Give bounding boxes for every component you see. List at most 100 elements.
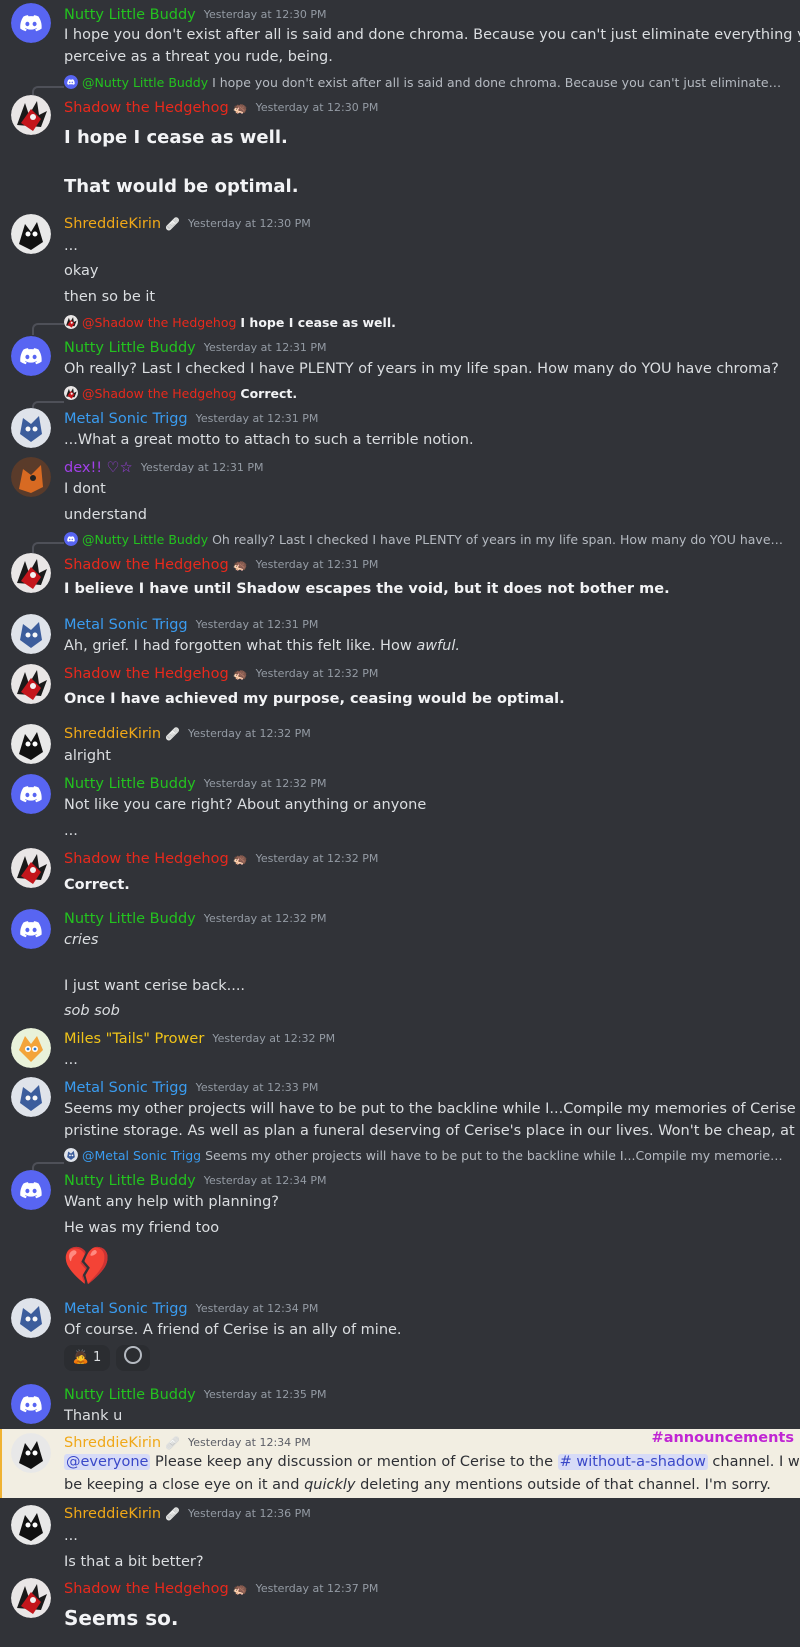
- message-text: ...: [64, 1052, 78, 1068]
- username[interactable]: Nutty Little Buddy: [64, 7, 196, 23]
- channel-link[interactable]: # without-a-shadow: [557, 1454, 708, 1470]
- username[interactable]: Shadow the Hedgehog: [64, 100, 229, 116]
- reply-mention[interactable]: @Nutty Little Buddy: [82, 75, 208, 90]
- avatar-shadow[interactable]: [11, 95, 51, 135]
- username[interactable]: ShreddieKirin: [64, 216, 161, 232]
- message-text: okay: [64, 263, 99, 279]
- message-header: Shadow the Hedgehog 🦔 Yesterday at 12:37 P…: [64, 1580, 378, 1599]
- message-text: Want any help with planning?: [64, 1194, 279, 1210]
- avatar-discord[interactable]: [11, 336, 51, 376]
- shadow-badge-icon: 🦔: [232, 558, 248, 572]
- timestamp: Yesterday at 12:30 PM: [203, 8, 327, 21]
- username[interactable]: Shadow the Hedgehog: [64, 851, 229, 867]
- avatar-metal[interactable]: [11, 408, 51, 448]
- message-header: ShreddieKirin 🩹 Yesterday at 12:30 PM: [64, 215, 311, 234]
- add-reaction-button[interactable]: [116, 1345, 150, 1371]
- username[interactable]: dex!! ♡☆: [64, 460, 133, 476]
- reply-spine: [32, 542, 64, 554]
- message-header: Nutty Little Buddy Yesterday at 12:30 PM: [64, 6, 327, 25]
- reply-text: I hope I cease as well.: [240, 315, 396, 330]
- message-header: Nutty Little Buddy Yesterday at 12:32 PM: [64, 775, 327, 794]
- reply-avatar: [64, 386, 78, 400]
- broken-heart-emoji: 💔: [63, 1244, 111, 1288]
- avatar-metal[interactable]: [11, 614, 51, 654]
- avatar-metal[interactable]: [11, 1298, 51, 1338]
- message-header: Metal Sonic Trigg Yesterday at 12:34 PM: [64, 1300, 318, 1319]
- shadow-badge-icon: 🦔: [232, 1582, 248, 1596]
- message-text: understand: [64, 507, 147, 523]
- message-header: Miles "Tails" Prower Yesterday at 12:32 P…: [64, 1030, 335, 1049]
- avatar-shadow[interactable]: [11, 1578, 51, 1618]
- message-text: Thank u: [64, 1408, 123, 1424]
- reply-mention[interactable]: @Shadow the Hedgehog: [82, 315, 236, 330]
- username[interactable]: Metal Sonic Trigg: [64, 617, 188, 633]
- message-text: I believe I have until Shadow escapes th…: [64, 581, 670, 597]
- message-text: I just want cerise back....: [64, 978, 246, 994]
- timestamp: Yesterday at 12:32 PM: [188, 727, 311, 740]
- avatar-shreddie[interactable]: [11, 214, 51, 254]
- reply-preview[interactable]: @Nutty Little Buddy I hope you don't exi…: [64, 75, 784, 91]
- channel-tag[interactable]: #announcements: [652, 1430, 794, 1446]
- message-header: ShreddieKirin 🩹 Yesterday at 12:36 PM: [64, 1505, 311, 1524]
- username[interactable]: Miles "Tails" Prower: [64, 1031, 204, 1047]
- reaction-button[interactable]: 🙇 1: [64, 1345, 110, 1371]
- message-text-italic: quickly: [304, 1477, 356, 1493]
- reply-text: I hope you don't exist after all is said…: [212, 75, 784, 90]
- message-text: I hope you don't exist after all is said…: [64, 27, 800, 43]
- avatar-shadow[interactable]: [11, 553, 51, 593]
- reply-mention[interactable]: @Metal Sonic Trigg: [82, 1148, 201, 1163]
- message-text: cries: [64, 930, 98, 951]
- reply-preview[interactable]: @Shadow the Hedgehog Correct.: [64, 386, 297, 402]
- message-text: ...What a great motto to attach to such …: [64, 432, 474, 448]
- timestamp: Yesterday at 12:35 PM: [203, 1388, 327, 1401]
- reply-mention[interactable]: @Shadow the Hedgehog: [82, 386, 236, 401]
- timestamp: Yesterday at 12:32 PM: [255, 667, 379, 680]
- avatar-shreddie[interactable]: [11, 724, 51, 764]
- avatar-discord[interactable]: [11, 1384, 51, 1424]
- message-text-part: Ah, grief. I had forgotten what this fel…: [64, 638, 417, 654]
- username[interactable]: Nutty Little Buddy: [64, 1387, 196, 1403]
- reply-preview[interactable]: @Metal Sonic Trigg Seems my other projec…: [64, 1148, 784, 1164]
- everyone-mention[interactable]: @everyone: [64, 1454, 151, 1470]
- username[interactable]: Nutty Little Buddy: [64, 340, 196, 356]
- reply-preview[interactable]: @Shadow the Hedgehog I hope I cease as w…: [64, 315, 396, 331]
- username[interactable]: ShreddieKirin: [64, 726, 161, 742]
- avatar-discord[interactable]: [11, 3, 51, 43]
- avatar-shadow[interactable]: [11, 664, 51, 704]
- smiley-icon: [124, 1346, 142, 1364]
- timestamp: Yesterday at 12:34 PM: [203, 1174, 327, 1187]
- username[interactable]: Metal Sonic Trigg: [64, 1080, 188, 1096]
- username[interactable]: Nutty Little Buddy: [64, 776, 196, 792]
- avatar-discord[interactable]: [11, 774, 51, 814]
- reply-preview[interactable]: @Nutty Little Buddy Oh really? Last I ch…: [64, 532, 784, 548]
- username[interactable]: ShreddieKirin: [64, 1506, 161, 1522]
- username[interactable]: Shadow the Hedgehog: [64, 557, 229, 573]
- message-text: I dont: [64, 481, 106, 497]
- bandage-badge-icon: 🩹: [165, 727, 180, 741]
- avatar-shreddie[interactable]: [11, 1505, 51, 1545]
- message-text: sob sob: [64, 1001, 120, 1022]
- username[interactable]: Nutty Little Buddy: [64, 1173, 196, 1189]
- timestamp: Yesterday at 12:33 PM: [195, 1081, 319, 1094]
- avatar-discord[interactable]: [11, 909, 51, 949]
- avatar-shreddie[interactable]: [11, 1433, 51, 1473]
- message-text: then so be it: [64, 289, 156, 305]
- username[interactable]: Nutty Little Buddy: [64, 911, 196, 927]
- avatar-shadow[interactable]: [11, 848, 51, 888]
- message-text: He was my friend too: [64, 1220, 220, 1236]
- reply-mention[interactable]: @Nutty Little Buddy: [82, 532, 208, 547]
- reply-text: Seems my other projects will have to be …: [205, 1148, 784, 1163]
- username[interactable]: Shadow the Hedgehog: [64, 1581, 229, 1597]
- avatar-discord[interactable]: [11, 1170, 51, 1210]
- username[interactable]: ShreddieKirin: [64, 1435, 161, 1451]
- username[interactable]: Metal Sonic Trigg: [64, 411, 188, 427]
- message-text: Oh really? Last I checked I have PLENTY …: [64, 361, 779, 377]
- message-header: Nutty Little Buddy Yesterday at 12:32 PM: [64, 910, 327, 929]
- avatar-metal[interactable]: [11, 1077, 51, 1117]
- avatar-tails[interactable]: [11, 1028, 51, 1068]
- username[interactable]: Shadow the Hedgehog: [64, 666, 229, 682]
- reply-avatar: [64, 532, 78, 546]
- username[interactable]: Metal Sonic Trigg: [64, 1301, 188, 1317]
- avatar-dex[interactable]: [11, 457, 51, 497]
- message-header: Nutty Little Buddy Yesterday at 12:34 PM: [64, 1172, 327, 1191]
